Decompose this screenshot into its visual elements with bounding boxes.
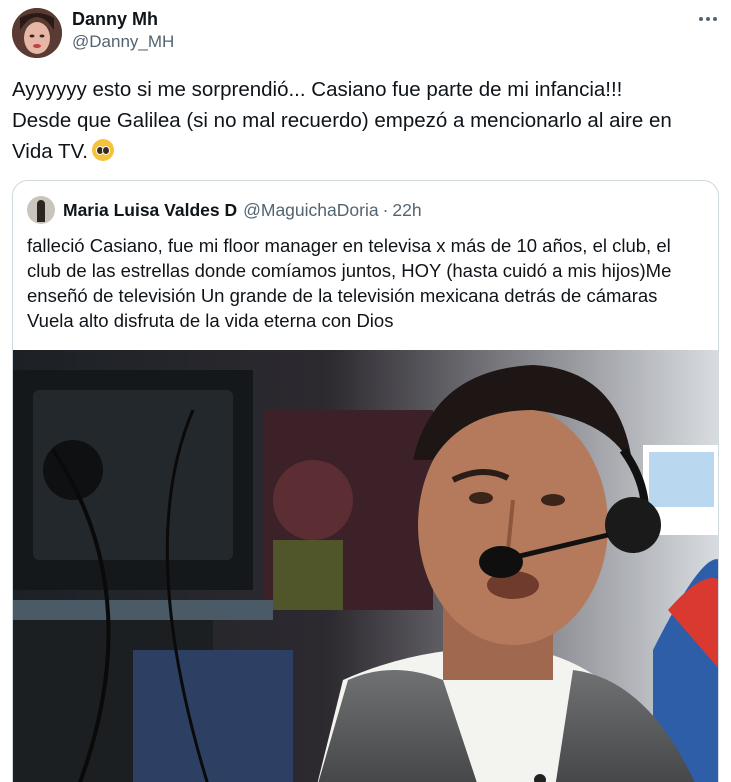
quoted-text-line: falleció Casiano, fue mi floor manager e… — [27, 235, 671, 256]
more-options-button[interactable] — [694, 8, 722, 30]
quoted-text-line: Vuela alto disfruta de la vida eterna co… — [27, 310, 394, 331]
tv-studio-photo[interactable] — [13, 350, 718, 782]
tweet-text-line: Desde que Galilea (si no mal recuerdo) e… — [12, 109, 672, 132]
more-horizontal-icon — [699, 17, 703, 21]
quoted-text-line: club de las estrellas donde comíamos jun… — [27, 260, 672, 281]
pleading-face-emoji-icon — [92, 139, 114, 161]
quoted-avatar — [27, 196, 55, 224]
author-display-name[interactable]: Danny Mh — [72, 8, 174, 30]
avatar[interactable] — [12, 8, 62, 58]
quoted-tweet[interactable]: Maria Luisa Valdes D @MaguichaDoria · 22… — [12, 180, 719, 782]
quoted-author-handle: @MaguichaDoria — [243, 199, 379, 220]
quoted-tweet-header: Maria Luisa Valdes D @MaguichaDoria · 22… — [27, 195, 422, 225]
tweet-header: Danny Mh @Danny_MH — [12, 6, 722, 58]
author-handle[interactable]: @Danny_MH — [72, 30, 174, 54]
tweet-text-line: Ayyyyyy esto si me sorprendió... Casiano… — [12, 78, 623, 101]
quoted-timestamp[interactable]: 22h — [392, 200, 421, 221]
quoted-text-line: enseñó de televisión Un grande de la tel… — [27, 285, 658, 306]
tweet-text-line: Vida TV. — [12, 136, 718, 167]
tweet-text: Ayyyyyy esto si me sorprendió... Casiano… — [12, 74, 718, 167]
quoted-tweet-text: falleció Casiano, fue mi floor manager e… — [27, 233, 711, 333]
quoted-author-name: Maria Luisa Valdes D — [63, 199, 238, 220]
separator-dot: · — [382, 199, 389, 220]
